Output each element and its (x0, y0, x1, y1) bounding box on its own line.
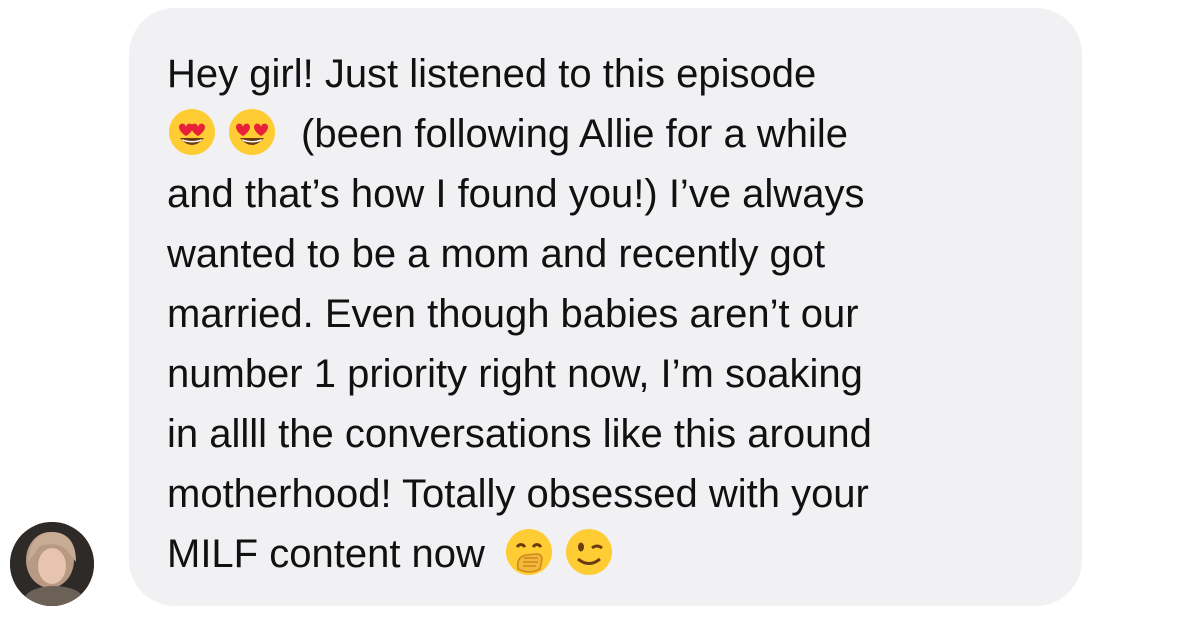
message-line: wanted to be a mom and recently got (167, 232, 826, 276)
message-line: number 1 priority right now, I’m soaking (167, 352, 863, 396)
message-line-text: MILF content now (167, 532, 485, 576)
message-line: Hey girl! Just listened to this episode (167, 52, 817, 96)
heart-eyes-emoji-icon (227, 107, 277, 157)
message-line: in allll the conversations like this aro… (167, 412, 872, 456)
message-line-text: (been following Allie for a while (301, 112, 848, 156)
avatar-photo-icon (10, 522, 94, 606)
hand-over-mouth-emoji-icon (504, 527, 554, 577)
winking-face-emoji-icon (564, 527, 614, 577)
message-line: married. Even though babies aren’t our (167, 292, 859, 336)
user-avatar[interactable] (10, 522, 94, 606)
message-line-with-emojis: (been following Allie for a while (167, 104, 1062, 164)
heart-eyes-emoji-icon (167, 107, 217, 157)
message-line: motherhood! Totally obsessed with your (167, 472, 869, 516)
message-line-with-emojis: MILF content now (167, 524, 1062, 584)
message-bubble[interactable]: Hey girl! Just listened to this episode … (129, 8, 1082, 606)
message-line: and that’s how I found you!) I’ve always (167, 172, 865, 216)
